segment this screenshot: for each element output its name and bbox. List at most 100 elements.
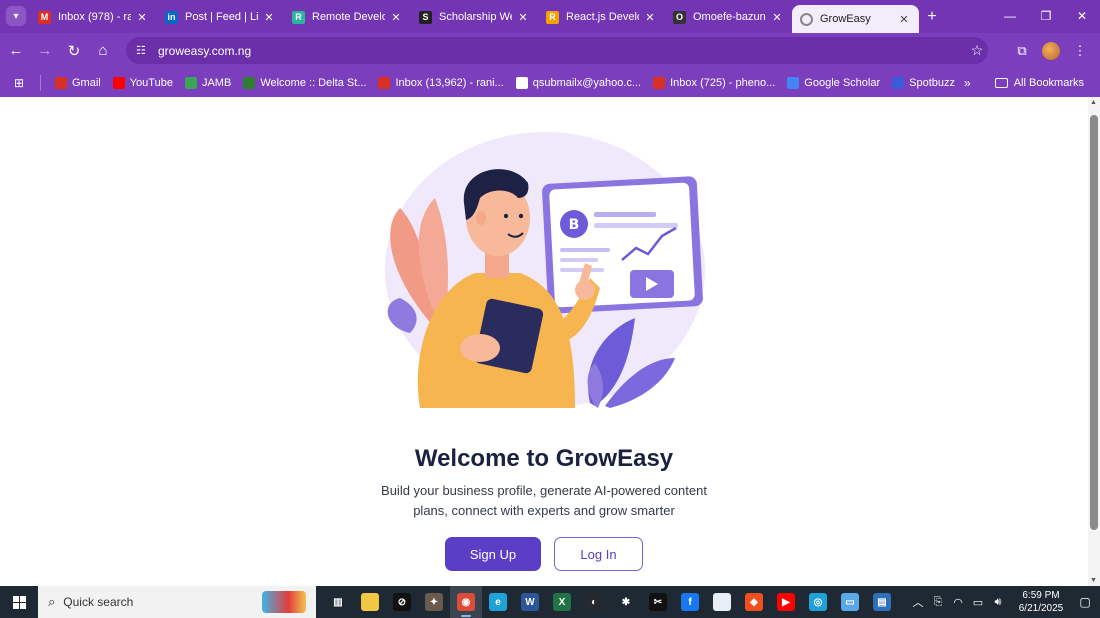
close-tab-icon[interactable]: ✕	[643, 11, 657, 24]
youtube-icon[interactable]: ▶	[770, 586, 802, 618]
browser-tab[interactable]: R Remote Develop ✕	[284, 5, 411, 29]
minimize-button[interactable]: —	[992, 0, 1028, 32]
edge-icon[interactable]: e	[482, 586, 514, 618]
bookmarks-bar: ⊞ Gmail YouTube JAMB Welcome :: Delta St...…	[0, 68, 1100, 97]
tab-title: Inbox (978) - rani	[58, 11, 131, 23]
browser-tab[interactable]: O Omoefe-bazunu ✕	[665, 5, 792, 29]
remote-desktop-icon[interactable]: ▭	[834, 586, 866, 618]
start-button[interactable]	[0, 586, 38, 618]
scroll-thumb[interactable]	[1090, 115, 1098, 530]
dashboard-screen: B	[542, 176, 703, 314]
taskbar-apps: ▥ ⊘ ✦ ◉ e W X ◐ ✱ ✂ f ◆ ▶ ◎ ▭ ▤	[322, 586, 898, 618]
bookmark-item[interactable]: Gmail	[49, 72, 107, 94]
log-in-button[interactable]: Log In	[554, 537, 643, 571]
search-highlight-image	[262, 591, 306, 613]
svg-text:B: B	[569, 217, 580, 233]
browser-tab[interactable]: R React.js Develop ✕	[538, 5, 665, 29]
volume-icon[interactable]: 🔊︎	[988, 596, 1008, 609]
tab-search-button[interactable]: ▾	[6, 6, 26, 26]
tab-title: Remote Develop	[312, 11, 385, 23]
app-glyph: ◆	[745, 593, 763, 611]
address-bar[interactable]: ☷ groweasy.com.ng ☆	[126, 37, 988, 64]
bookmark-item[interactable]: qsubmailx@yahoo.c...	[510, 72, 647, 94]
excel-icon[interactable]: X	[546, 586, 578, 618]
taskbar-search[interactable]: ⌕ Quick search	[38, 586, 316, 618]
wifi-icon[interactable]: ◠	[948, 596, 968, 609]
word-icon[interactable]: W	[514, 586, 546, 618]
browser-tab[interactable]: in Post | Feed | Linke ✕	[157, 5, 284, 29]
bookmark-item[interactable]: Welcome :: Delta St...	[237, 72, 372, 94]
bookmark-star-icon[interactable]: ☆	[966, 42, 988, 59]
show-hidden-icons-chevron-icon[interactable]: ︿	[908, 594, 928, 610]
terminal-icon[interactable]: ⊘	[386, 586, 418, 618]
app-glyph: ▤	[873, 593, 891, 611]
bookmark-item[interactable]: Google Scholar	[781, 72, 886, 94]
browser-menu-icon[interactable]: ⋮	[1066, 43, 1094, 59]
bookmark-favicon-icon	[112, 76, 125, 89]
close-tab-icon[interactable]: ✕	[516, 11, 530, 24]
page-scrollbar[interactable]: ▲ ▼	[1088, 97, 1100, 586]
close-tab-icon[interactable]: ✕	[770, 11, 784, 24]
bookmark-favicon-icon	[787, 76, 800, 89]
chrome-icon[interactable]: ◉	[450, 586, 482, 618]
close-window-button[interactable]: ✕	[1064, 0, 1100, 32]
usb-icon[interactable]: ⎘	[928, 596, 948, 609]
taskbar-clock[interactable]: 6:59 PM 6/21/2025	[1012, 589, 1070, 615]
back-button[interactable]: ←	[3, 38, 29, 64]
scroll-down-arrow-icon[interactable]: ▼	[1090, 577, 1097, 584]
bookmark-favicon-icon	[892, 76, 905, 89]
extensions-icon[interactable]: ⧉	[1008, 43, 1036, 59]
forward-button[interactable]: →	[32, 38, 58, 64]
bookmark-item[interactable]: Inbox (13,962) - rani...	[372, 72, 509, 94]
app-glyph: e	[489, 593, 507, 611]
apps-grid-icon[interactable]: ⊞	[0, 72, 30, 94]
search-placeholder: Quick search	[63, 595, 134, 609]
bookmark-item[interactable]: Inbox (725) - pheno...	[647, 72, 781, 94]
close-tab-icon[interactable]: ✕	[135, 11, 149, 24]
notification-center-icon[interactable]: ▢	[1070, 595, 1100, 609]
globe-app-icon[interactable]: ◎	[802, 586, 834, 618]
sign-up-button[interactable]: Sign Up	[445, 537, 541, 571]
browser-tab[interactable]: M Inbox (978) - rani ✕	[30, 5, 157, 29]
site-settings-icon[interactable]: ☷	[136, 44, 150, 57]
store-icon[interactable]: ▤	[866, 586, 898, 618]
openai-icon[interactable]: ✱	[610, 586, 642, 618]
clock-time: 6:59 PM	[1022, 590, 1060, 601]
facebook-icon[interactable]: f	[674, 586, 706, 618]
new-tab-button[interactable]: +	[919, 5, 945, 29]
bookmark-label: Google Scholar	[804, 76, 881, 89]
profile-avatar[interactable]	[1042, 41, 1060, 60]
close-tab-icon[interactable]: ✕	[897, 13, 911, 26]
battery-icon[interactable]: ▭	[968, 596, 988, 609]
browser-tab[interactable]: S Scholarship Web ✕	[411, 5, 538, 29]
figma-icon[interactable]: ◆	[738, 586, 770, 618]
home-button[interactable]: ⌂	[90, 38, 116, 64]
scholarship-icon: S	[419, 10, 432, 24]
task-view-icon[interactable]: ▥	[322, 586, 354, 618]
notepad-icon[interactable]	[706, 586, 738, 618]
capcut-icon[interactable]: ✂	[642, 586, 674, 618]
all-bookmarks-label: All Bookmarks	[1013, 76, 1084, 89]
app-glyph: ◐	[585, 593, 603, 611]
github-desktop-icon[interactable]: ◐	[578, 586, 610, 618]
bookmark-item[interactable]: Spotbuzz	[886, 72, 961, 94]
all-bookmarks-button[interactable]: All Bookmarks	[989, 72, 1090, 94]
bookmark-favicon-icon	[378, 76, 391, 89]
close-tab-icon[interactable]: ✕	[262, 11, 276, 24]
cursor-app-icon[interactable]: ✦	[418, 586, 450, 618]
restore-button[interactable]: ❐	[1028, 0, 1064, 32]
scroll-up-arrow-icon[interactable]: ▲	[1090, 99, 1097, 106]
bookmark-label: YouTube	[129, 76, 173, 89]
window-controls: — ❐ ✕	[992, 0, 1100, 32]
browser-tab[interactable]: GrowEasy ✕	[792, 5, 919, 33]
system-tray: ︿ ⎘ ◠ ▭ 🔊︎ 6:59 PM 6/21/2025 ▢	[908, 586, 1100, 618]
more-bookmarks-button[interactable]: »	[964, 76, 971, 90]
close-tab-icon[interactable]: ✕	[389, 11, 403, 24]
url-text[interactable]: groweasy.com.ng	[158, 44, 966, 58]
app-glyph: ▶	[777, 593, 795, 611]
bookmark-item[interactable]: YouTube	[107, 72, 179, 94]
file-explorer-icon[interactable]	[354, 586, 386, 618]
app-glyph: ✦	[425, 593, 443, 611]
reload-button[interactable]: ↻	[61, 38, 87, 64]
bookmark-item[interactable]: JAMB	[179, 72, 237, 94]
